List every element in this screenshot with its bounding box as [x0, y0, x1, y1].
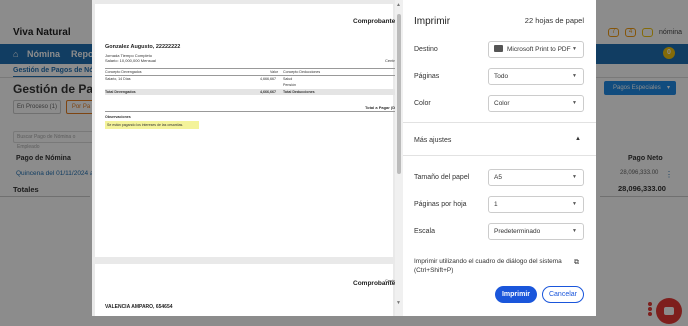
color-select[interactable]: Color ▼: [488, 95, 584, 112]
observations-title: Observaciones: [105, 115, 131, 119]
print-title: Imprimir: [414, 16, 451, 27]
pages-per-sheet-label: Páginas por hoja: [414, 201, 467, 208]
print-preview: Comprobante d Gonzalez Augusto, 22222222…: [92, 0, 403, 316]
chevron-down-icon: ▼: [572, 100, 577, 106]
pages-per-sheet-select[interactable]: 1 ▼: [488, 196, 584, 213]
print-settings-panel: Imprimir 22 hojas de papel Destino Micro…: [403, 0, 596, 316]
color-label: Color: [414, 100, 431, 107]
cell: 4,666,667: [260, 77, 276, 81]
pages-select[interactable]: Todo ▼: [488, 68, 584, 85]
preview-page-2: Comprobante d Centro VALENCIA AMPARO, 65…: [95, 264, 401, 316]
more-settings-toggle[interactable]: Más ajustes: [414, 137, 451, 144]
total-to-pay: Total a Pagar (D: [365, 105, 396, 110]
paper-size-value: A5: [494, 174, 502, 181]
pages-per-sheet-value: 1: [494, 201, 498, 208]
cell: 4,666,667: [260, 90, 276, 94]
color-value: Color: [494, 100, 510, 107]
pages-label: Páginas: [414, 73, 440, 80]
chevron-up-icon[interactable]: ▲: [575, 136, 581, 142]
pages-value: Todo: [494, 73, 509, 80]
scroll-down-icon[interactable]: ▼: [396, 300, 401, 306]
divider: [105, 68, 395, 69]
employee-name: VALENCIA AMPARO, 654654: [105, 304, 173, 310]
destination-value: Microsoft Print to PDF: [507, 46, 571, 53]
scale-value: Predeterminado: [494, 228, 541, 235]
preview-scrollbar[interactable]: ▲ ▼: [395, 0, 403, 316]
chevron-down-icon: ▼: [572, 201, 577, 207]
totals-band: [105, 89, 395, 95]
scale-label: Escala: [414, 228, 436, 235]
cell: Salario, 14 Días: [105, 77, 131, 81]
cancel-button[interactable]: Cancelar: [542, 286, 584, 303]
scroll-up-icon[interactable]: ▲: [396, 2, 401, 8]
print-button[interactable]: Imprimir: [495, 286, 537, 303]
external-link-icon[interactable]: ⧉: [574, 259, 579, 267]
header-cell: Concepto Deducciones: [283, 70, 321, 74]
destination-label: Destino: [414, 46, 438, 53]
cell: Total Devengados: [105, 90, 136, 94]
divider: [105, 75, 395, 76]
cell: Total Deducciones: [283, 90, 315, 94]
divider: [403, 155, 596, 156]
paper-size-label: Tamaño del papel: [414, 174, 470, 181]
header-cell: Concepto Devengados: [105, 70, 142, 74]
divider: [403, 122, 596, 123]
cell: Pensión: [283, 83, 296, 87]
header-cell: Valor: [270, 70, 279, 74]
receipt-title: Comprobante d: [353, 18, 402, 25]
divider: [105, 111, 395, 112]
paper-size-select[interactable]: A5 ▼: [488, 169, 584, 186]
cell: Salud: [283, 77, 293, 81]
preview-page-1: Comprobante d Gonzalez Augusto, 22222222…: [95, 4, 401, 257]
observations-text: Se están pagando los intereses de las ce…: [105, 121, 199, 129]
chevron-down-icon: ▼: [572, 174, 577, 180]
destination-select[interactable]: Microsoft Print to PDF ▼: [488, 41, 584, 58]
employee-name: Gonzalez Augusto, 22222222: [105, 44, 181, 50]
chevron-down-icon: ▼: [572, 228, 577, 234]
chevron-down-icon: ▼: [572, 73, 577, 79]
printer-icon: [494, 44, 503, 52]
sheet-count: 22 hojas de papel: [524, 16, 584, 25]
scroll-thumb[interactable]: [397, 14, 401, 174]
employee-line: Salario: 10,000,000 Mensual: [105, 58, 156, 63]
system-dialog-link[interactable]: Imprimir utilizando el cuadro de diálogo…: [414, 257, 574, 275]
chevron-down-icon: ▼: [572, 46, 577, 52]
scale-select[interactable]: Predeterminado ▼: [488, 223, 584, 240]
